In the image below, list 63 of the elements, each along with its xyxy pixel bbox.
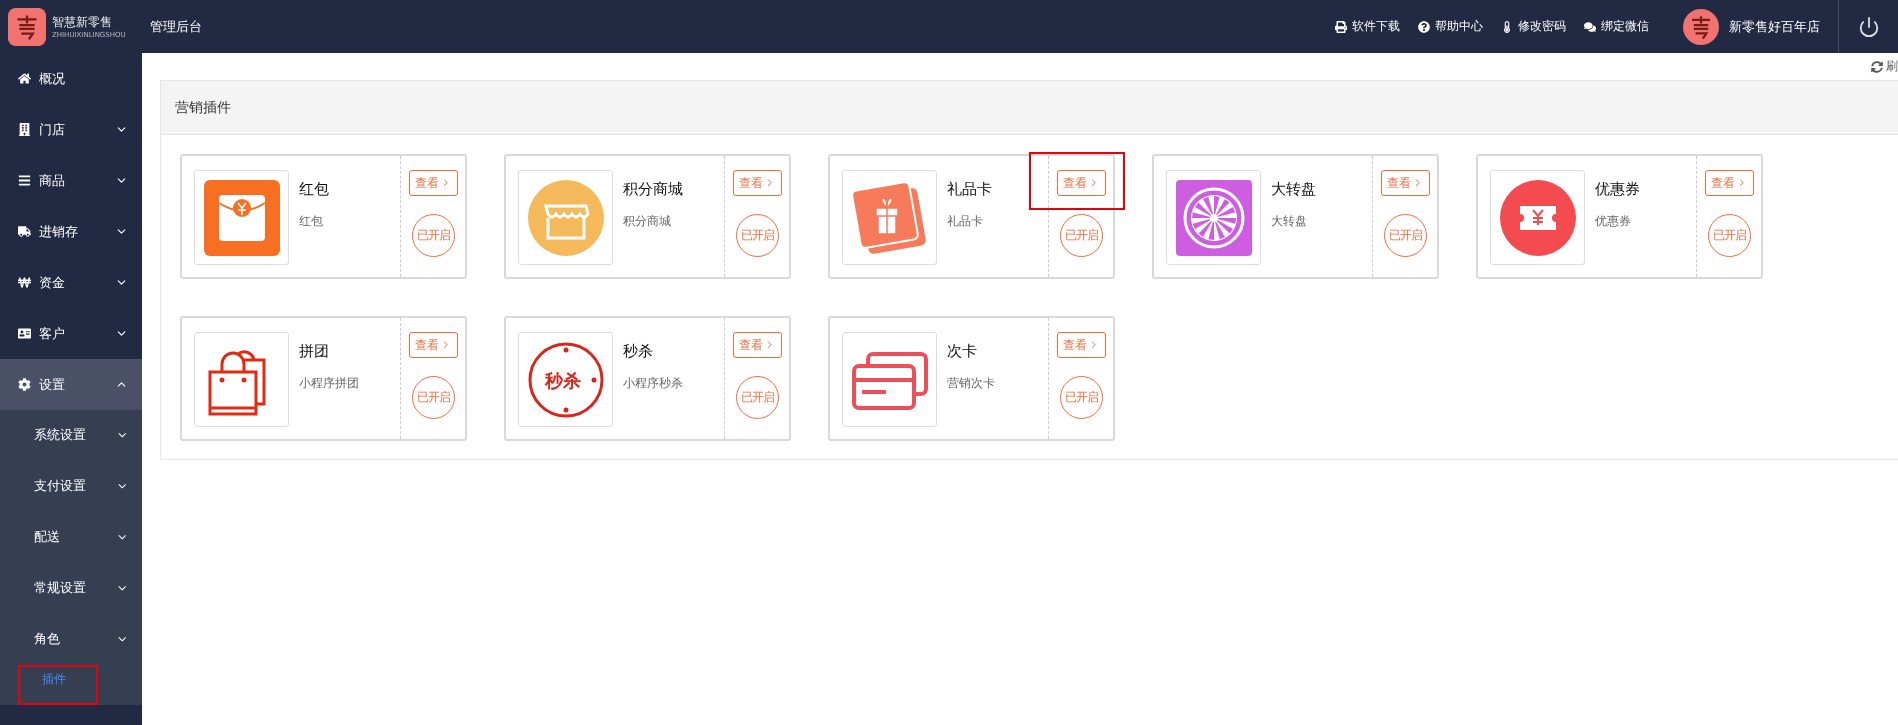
menu-item[interactable]: 设置 xyxy=(0,359,142,410)
logo-icon xyxy=(8,7,46,46)
menu-label: 商品 xyxy=(39,171,66,190)
menu-label: 进销存 xyxy=(39,222,79,241)
bars-icon xyxy=(18,174,31,187)
submenu-item[interactable]: 系统设置 xyxy=(0,410,142,461)
plugin-description: 优惠券 xyxy=(1595,213,1632,230)
menu-label: 门店 xyxy=(39,120,66,139)
plugin-name: 礼品卡 xyxy=(947,180,992,199)
panel-title: 营销插件 xyxy=(161,81,1898,135)
plugin-name: 秒杀 xyxy=(623,342,654,361)
page-title: 管理后台 xyxy=(150,17,202,36)
plugin-name: 次卡 xyxy=(947,342,978,361)
truck-icon xyxy=(18,225,31,238)
header-link[interactable]: 帮助中心 xyxy=(1418,18,1483,35)
avatar-icon xyxy=(1683,8,1719,45)
plugin-name: 红包 xyxy=(299,180,329,199)
refresh-icon xyxy=(1871,60,1883,73)
contact-card-icon xyxy=(18,327,31,340)
menu-label: 概况 xyxy=(39,69,66,88)
submenu-item[interactable]: 常规设置 xyxy=(0,563,142,614)
menu-item[interactable]: 门店 xyxy=(0,104,142,155)
menu-item[interactable]: 进销存 xyxy=(0,206,142,257)
header-link[interactable]: 修改密码 xyxy=(1501,18,1566,35)
plugin-name: 大转盘 xyxy=(1271,180,1316,199)
menu-item[interactable]: 资金 xyxy=(0,257,142,308)
envelope-icon xyxy=(201,177,282,258)
store-name: 新零售好百年店 xyxy=(1729,17,1820,36)
home-icon xyxy=(18,72,31,85)
menu-item[interactable]: 商品 xyxy=(0,155,142,206)
plugin-name: 积分商城 xyxy=(623,180,683,199)
brand-name: 智慧新零售 xyxy=(52,14,113,31)
coupon-icon xyxy=(1497,177,1578,258)
submenu-item[interactable]: 角色 xyxy=(0,614,142,665)
power-icon xyxy=(1857,15,1880,38)
plugin-description: 礼品卡 xyxy=(947,213,984,230)
settings-icon xyxy=(18,378,31,391)
building-icon xyxy=(18,123,31,136)
plugin-description: 小程序拼团 xyxy=(299,375,359,392)
plugin-description: 大转盘 xyxy=(1271,213,1308,230)
menu-label: 设置 xyxy=(39,375,66,394)
submenu-item[interactable]: 配送 xyxy=(0,512,142,563)
plugin-description: 积分商城 xyxy=(623,213,672,230)
spin-wheel-icon xyxy=(1173,177,1254,258)
plugin-name: 拼团 xyxy=(299,342,330,361)
thermometer-icon xyxy=(1501,20,1513,33)
plugin-description: 营销次卡 xyxy=(947,375,995,392)
submenu-item[interactable]: 支付设置 xyxy=(0,461,142,512)
won-sign-icon xyxy=(18,276,31,289)
help-icon xyxy=(1418,20,1430,33)
shop-icon xyxy=(525,177,606,258)
printer-icon xyxy=(1335,20,1347,33)
header-link[interactable]: 绑定微信 xyxy=(1584,18,1649,35)
plugin-description: 小程序秒杀 xyxy=(623,375,683,392)
header-link[interactable]: 软件下载 xyxy=(1335,18,1400,35)
chat-bubbles-icon xyxy=(1584,20,1596,33)
menu-label: 客户 xyxy=(39,324,66,343)
menu-item[interactable]: 客户 xyxy=(0,308,142,359)
menu-item[interactable]: 概况 xyxy=(0,53,142,104)
plugin-name: 优惠券 xyxy=(1595,180,1640,199)
plugin-description: 红包 xyxy=(299,213,324,230)
refresh-link[interactable]: 刷 xyxy=(1871,58,1898,75)
menu-label: 资金 xyxy=(39,273,66,292)
